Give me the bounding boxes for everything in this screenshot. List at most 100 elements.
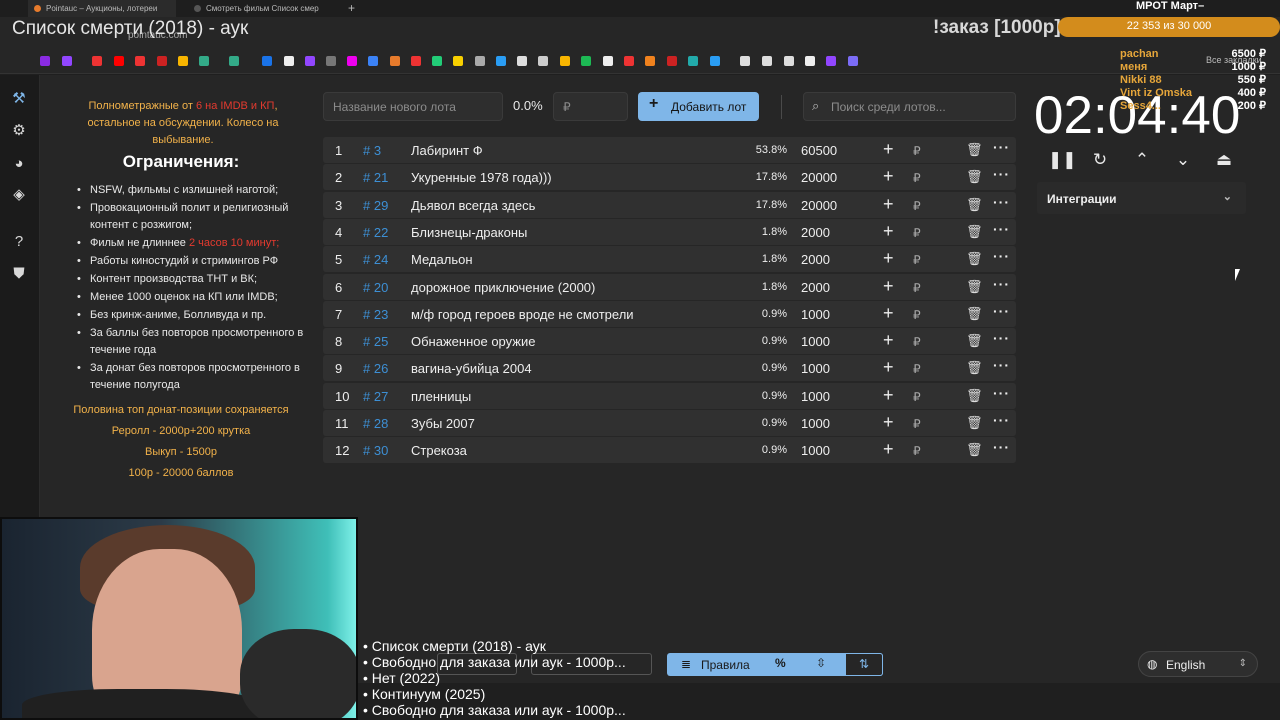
bookmark-icon[interactable] [368, 56, 378, 66]
add-amount-icon[interactable]: + [883, 221, 894, 242]
lot-row[interactable]: 11 # 28 Зубы 2007 0.9% 1000 + ₽ 🗑 ··· [323, 410, 1016, 436]
lot-id-link[interactable]: # 30 [363, 443, 388, 458]
lot-amount[interactable]: 2000 [801, 225, 830, 240]
lot-name[interactable]: м/ф город героев вроде не смотрели [411, 307, 634, 322]
lot-name[interactable]: дорожное приключение (2000) [411, 280, 595, 295]
browser-tab-movie[interactable]: Смотреть фильм Список смер [188, 0, 336, 17]
bookmark-icon[interactable] [848, 56, 858, 66]
lot-row[interactable]: 4 # 22 Близнецы-драконы 1.8% 2000 + ₽ 🗑 ··· [323, 218, 1016, 245]
lot-name[interactable]: Близнецы-драконы [411, 225, 527, 240]
bookmark-icon[interactable] [560, 56, 570, 66]
add-amount-icon[interactable]: + [883, 166, 894, 187]
lot-name[interactable]: пленницы [411, 389, 471, 404]
percent-toggle-icon[interactable]: % [775, 656, 786, 670]
add-amount-icon[interactable]: + [883, 303, 894, 324]
add-amount-icon[interactable]: + [883, 412, 894, 433]
bookmark-icon[interactable] [135, 56, 145, 66]
bookmark-icon[interactable] [740, 56, 750, 66]
bookmark-icon[interactable] [603, 56, 613, 66]
lot-name[interactable]: Обнаженное оружие [411, 334, 535, 349]
lot-row[interactable]: 1 # 3 Лабиринт Ф 53.8% 60500 + ₽ 🗑 ··· [323, 137, 1016, 163]
bookmark-icon[interactable] [667, 56, 677, 66]
more-options-icon[interactable]: ··· [993, 439, 1010, 455]
split-icon[interactable]: ⇳ [816, 656, 826, 670]
more-options-icon[interactable]: ··· [993, 276, 1010, 292]
bookmark-icon[interactable] [305, 56, 315, 66]
layers-icon[interactable]: ◈ [10, 186, 28, 204]
delete-icon[interactable]: 🗑 [966, 388, 983, 404]
rules-button[interactable]: Правила [701, 658, 750, 672]
delete-icon[interactable]: 🗑 [966, 169, 983, 185]
delete-icon[interactable]: 🗑 [966, 333, 983, 349]
lot-id-link[interactable]: # 21 [363, 170, 388, 185]
lot-id-link[interactable]: # 22 [363, 225, 388, 240]
bookmark-icon[interactable] [784, 56, 794, 66]
lot-amount[interactable]: 1000 [801, 361, 830, 376]
add-amount-icon[interactable]: + [883, 385, 894, 406]
delete-icon[interactable]: 🗑 [966, 360, 983, 376]
pause-icon[interactable]: ❚❚ [1048, 150, 1077, 172]
lot-amount[interactable]: 2000 [801, 280, 830, 295]
lot-amount[interactable]: 20000 [801, 170, 837, 185]
lot-id-link[interactable]: # 29 [363, 198, 388, 213]
delete-icon[interactable]: 🗑 [966, 142, 983, 158]
bookmark-icon[interactable] [411, 56, 421, 66]
more-options-icon[interactable]: ··· [993, 248, 1010, 264]
bookmark-icon[interactable] [178, 56, 188, 66]
browser-tab-pointauc[interactable]: Pointauc – Аукционы, лотереи [28, 0, 176, 17]
bookmark-icon[interactable] [284, 56, 294, 66]
more-options-icon[interactable]: ··· [993, 385, 1010, 401]
bookmark-icon[interactable] [199, 56, 209, 66]
bookmark-icon[interactable] [229, 56, 239, 66]
add-amount-icon[interactable]: + [883, 248, 894, 269]
delete-icon[interactable]: 🗑 [966, 279, 983, 295]
restart-icon[interactable]: ↻ [1089, 150, 1111, 172]
lot-name-input[interactable]: Название нового лота [323, 92, 503, 121]
bookmark-icon[interactable] [40, 56, 50, 66]
bookmark-icon[interactable] [581, 56, 591, 66]
lot-name[interactable]: вагина-убийца 2004 [411, 361, 532, 376]
bookmark-icon[interactable] [762, 56, 772, 66]
lot-row[interactable]: 9 # 26 вагина-убийца 2004 0.9% 1000 + ₽ 🗑 ··· [323, 355, 1016, 382]
lot-name[interactable]: Укуренные 1978 года))) [411, 170, 552, 185]
bookmark-icon[interactable] [496, 56, 506, 66]
delete-icon[interactable]: 🗑 [966, 224, 983, 240]
shield-icon[interactable]: ⛊ [10, 265, 28, 283]
lot-id-link[interactable]: # 20 [363, 280, 388, 295]
lot-amount[interactable]: 1000 [801, 416, 830, 431]
bookmark-icon[interactable] [710, 56, 720, 66]
more-options-icon[interactable]: ··· [993, 194, 1010, 210]
more-options-icon[interactable]: ··· [993, 357, 1010, 373]
more-options-icon[interactable]: ··· [993, 330, 1010, 346]
lot-amount[interactable]: 1000 [801, 334, 830, 349]
lot-row[interactable]: 10 # 27 пленницы 0.9% 1000 + ₽ 🗑 ··· [323, 382, 1016, 409]
lot-id-link[interactable]: # 24 [363, 252, 388, 267]
search-lots-input[interactable]: ⌕ Поиск среди лотов... [803, 92, 1016, 121]
lot-name[interactable]: Дьявол всегда здесь [411, 198, 535, 213]
add-amount-icon[interactable]: + [883, 139, 894, 160]
add-lot-button[interactable]: + Добавить лот [638, 92, 759, 121]
bookmark-icon[interactable] [645, 56, 655, 66]
lot-name[interactable]: Зубы 2007 [411, 416, 475, 431]
add-amount-icon[interactable]: + [883, 330, 894, 351]
lot-row[interactable]: 7 # 23 м/ф город героев вроде не смотрели 0… [323, 300, 1016, 327]
auction-hammer-icon[interactable]: ⚒ [10, 90, 28, 108]
delete-icon[interactable]: 🗑 [966, 306, 983, 322]
bookmark-icon[interactable] [390, 56, 400, 66]
lot-id-link[interactable]: # 3 [363, 143, 381, 158]
bookmark-icon[interactable] [262, 56, 272, 66]
lot-name[interactable]: Стрекоза [411, 443, 467, 458]
lot-name[interactable]: Медальон [411, 252, 473, 267]
bookmark-icon[interactable] [347, 56, 357, 66]
lot-amount[interactable]: 1000 [801, 443, 830, 458]
lot-amount[interactable]: 2000 [801, 252, 830, 267]
lot-id-link[interactable]: # 27 [363, 389, 388, 404]
bookmark-icon[interactable] [326, 56, 336, 66]
settings-gear-icon[interactable]: ⚙ [10, 122, 28, 140]
bookmark-icon[interactable] [538, 56, 548, 66]
more-options-icon[interactable]: ··· [993, 166, 1010, 182]
bookmark-icon[interactable] [157, 56, 167, 66]
more-options-icon[interactable]: ··· [993, 221, 1010, 237]
lot-amount[interactable]: 60500 [801, 143, 837, 158]
bookmark-icon[interactable] [92, 56, 102, 66]
